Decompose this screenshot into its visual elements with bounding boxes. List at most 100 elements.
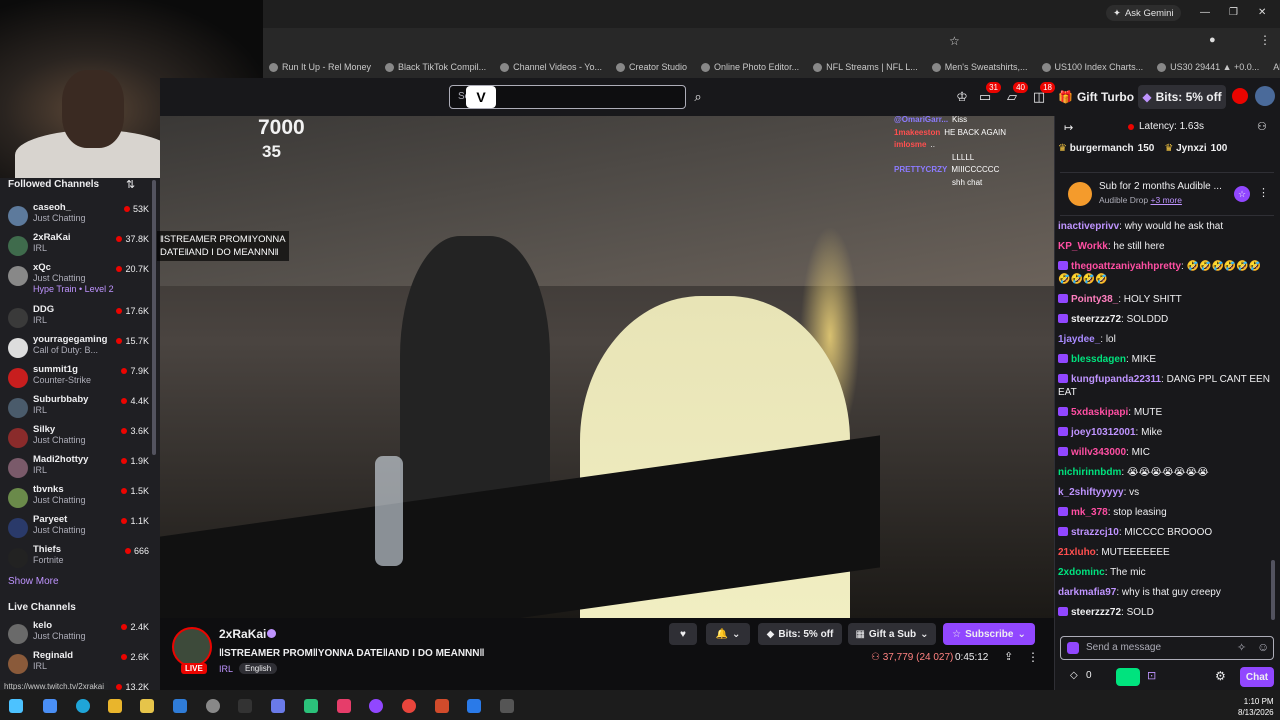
- sidebar-channel-item[interactable]: Suburbbaby IRL 4.4K: [8, 394, 153, 422]
- gift-turbo-button[interactable]: 🎁 Gift Turbo: [1058, 87, 1134, 107]
- bits-button[interactable]: ◆ Bits: 5% off: [758, 623, 842, 645]
- sidebar-channel-item[interactable]: Thiefs Fortnite 666: [8, 544, 153, 572]
- sidebar-channel-item[interactable]: Silky Just Chatting 3.6K: [8, 424, 153, 452]
- chrome-icon[interactable]: [402, 699, 416, 713]
- chat-username[interactable]: steerzzz72: [1071, 314, 1121, 325]
- follow-heart-button[interactable]: ♥: [669, 623, 697, 645]
- bookmark-item[interactable]: Channel Videos - Yo...: [500, 62, 602, 72]
- minimize-icon[interactable]: —: [1200, 7, 1210, 18]
- sidebar-channel-item[interactable]: yourragegaming Call of Duty: B... 15.7K: [8, 334, 153, 362]
- chat-username[interactable]: willv343000: [1071, 447, 1126, 458]
- app-icon[interactable]: [467, 699, 481, 713]
- chat-username[interactable]: kungfupanda22311: [1071, 374, 1161, 385]
- chat-username[interactable]: steerzzz72: [1071, 607, 1121, 618]
- stream-tag[interactable]: English: [239, 663, 278, 674]
- bits-cheer-icon[interactable]: ✧: [1237, 641, 1246, 654]
- chat-username[interactable]: blessdagen: [1071, 354, 1126, 365]
- sidebar-scrollbar[interactable]: [152, 180, 156, 455]
- windows-start-icon[interactable]: [9, 699, 23, 713]
- edge-icon[interactable]: [76, 699, 90, 713]
- gift-sub-button[interactable]: ▦ Gift a Sub ⌄: [848, 623, 936, 645]
- chat-username[interactable]: KP_Workk: [1058, 241, 1108, 252]
- search-icon[interactable]: ⌕: [686, 85, 710, 109]
- user-avatar[interactable]: [1255, 86, 1275, 106]
- bookmark-item[interactable]: Men's Sweatshirts,...: [931, 62, 1028, 72]
- bookmark-item[interactable]: US30 29441 ▲ +0.0...: [1157, 62, 1259, 72]
- community-icon[interactable]: ⚇: [1257, 120, 1267, 133]
- app-icon[interactable]: [43, 699, 57, 713]
- discord-icon[interactable]: [271, 699, 285, 713]
- stream-category[interactable]: IRL: [219, 664, 233, 674]
- chat-username[interactable]: thegoattzaniyahhpretty: [1071, 261, 1181, 272]
- settings-gear-icon[interactable]: ⚙: [1215, 669, 1226, 683]
- address-bar[interactable]: ☆ ● ⋮: [263, 28, 1280, 56]
- collapse-chat-icon[interactable]: ↦: [1064, 121, 1073, 134]
- tiktok-icon[interactable]: [337, 699, 351, 713]
- share-icon[interactable]: ⇪: [1004, 650, 1013, 663]
- system-clock[interactable]: 1:10 PM 8/13/2026: [1238, 696, 1274, 718]
- show-more-link[interactable]: Show More: [8, 576, 59, 587]
- channel-avatar[interactable]: [172, 627, 212, 667]
- chat-username[interactable]: 21xluho: [1058, 547, 1096, 558]
- app-icon[interactable]: [140, 699, 154, 713]
- whispers-icon[interactable]: ▱ 40: [1002, 82, 1028, 106]
- channel-name[interactable]: 2xRaKai: [219, 627, 266, 641]
- crown-icon[interactable]: ♔: [952, 88, 972, 106]
- bits-offer-button[interactable]: ◆ Bits: 5% off: [1138, 85, 1226, 109]
- sidebar-channel-item[interactable]: kelo Just Chatting 2.4K: [8, 620, 153, 648]
- app-icon[interactable]: [435, 699, 449, 713]
- chat-username[interactable]: nichirinnbdm: [1058, 467, 1121, 478]
- file-explorer-icon[interactable]: [108, 699, 122, 713]
- chat-username[interactable]: 2xdominc: [1058, 567, 1105, 578]
- bookmark-item[interactable]: Creator Studio: [615, 62, 687, 72]
- emote-icon[interactable]: ☺: [1257, 640, 1269, 654]
- sidebar-channel-item[interactable]: DDG IRL 17.6K: [8, 304, 153, 332]
- bookmark-item[interactable]: US100 Index Charts...: [1041, 62, 1143, 72]
- bookmark-item[interactable]: NFL Streams | NFL L...: [813, 62, 918, 72]
- sort-icon[interactable]: ⇅: [126, 178, 135, 191]
- app-icon[interactable]: [206, 699, 220, 713]
- chat-username[interactable]: 5xdaskipapi: [1071, 407, 1128, 418]
- star-icon[interactable]: ☆: [949, 34, 960, 48]
- more-options-icon[interactable]: ⋮: [1027, 650, 1039, 664]
- notifications-icon[interactable]: ◫ 18: [1029, 82, 1055, 106]
- lock-icon[interactable]: ⊡: [1147, 669, 1156, 682]
- chat-username[interactable]: Pointy38_: [1071, 294, 1118, 305]
- sidebar-channel-item[interactable]: Paryeet Just Chatting 1.1K: [8, 514, 153, 542]
- inbox-icon[interactable]: ▭ 31: [975, 82, 1001, 106]
- menu-icon[interactable]: ⋮: [1259, 33, 1271, 47]
- chat-username[interactable]: strazzcj10: [1071, 527, 1119, 538]
- chat-username[interactable]: 1jaydee_: [1058, 334, 1100, 345]
- profile-icon[interactable]: ●: [1209, 34, 1216, 46]
- chat-scrollbar[interactable]: [1271, 560, 1275, 620]
- sidebar-channel-item[interactable]: tbvnks Just Chatting 1.5K: [8, 484, 153, 512]
- outlook-icon[interactable]: [173, 699, 187, 713]
- notifications-bell-button[interactable]: 🔔 ⌄: [706, 623, 750, 645]
- bookmark-item[interactable]: Run It Up - Rel Money: [269, 62, 371, 72]
- chat-username[interactable]: k_2shiftyyyyy: [1058, 487, 1124, 498]
- app-icon[interactable]: [369, 699, 383, 713]
- close-icon[interactable]: ✕: [1258, 7, 1266, 18]
- gift-leader-item[interactable]: ♛ burgermanch 150: [1058, 143, 1154, 154]
- chat-username[interactable]: mk_378: [1071, 507, 1108, 518]
- prime-icon[interactable]: [1232, 88, 1248, 104]
- star-icon[interactable]: ☆: [1234, 186, 1250, 202]
- sidebar-channel-item[interactable]: xQc Just Chatting 20.7K Hype Train • Level …: [8, 262, 153, 294]
- ask-gemini-button[interactable]: ✦ Ask Gemini: [1106, 5, 1181, 21]
- restore-icon[interactable]: ❐: [1229, 7, 1238, 18]
- audible-drop-banner[interactable]: Sub for 2 months Audible ... Audible Dro…: [1060, 172, 1274, 216]
- app-icon[interactable]: [304, 699, 318, 713]
- chat-input[interactable]: Send a message ✧ ☺: [1060, 636, 1274, 660]
- epic-games-icon[interactable]: [238, 699, 252, 713]
- more-options-icon[interactable]: ⋮: [1258, 186, 1269, 199]
- sidebar-channel-item[interactable]: caseoh_ Just Chatting 53K: [8, 202, 153, 230]
- all-bookmarks-button[interactable]: All Bookmarks: [1273, 62, 1280, 72]
- subscribe-button[interactable]: ☆ Subscribe ⌄: [943, 623, 1035, 645]
- chat-username[interactable]: darkmafia97: [1058, 587, 1116, 598]
- channel-points[interactable]: ◇ 0: [1070, 670, 1092, 681]
- app-icon[interactable]: [500, 699, 514, 713]
- sidebar-channel-item[interactable]: 2xRaKai IRL 37.8K: [8, 232, 153, 260]
- sidebar-channel-item[interactable]: Madi2hottyy IRL 1.9K: [8, 454, 153, 482]
- sidebar-channel-item[interactable]: Reginald IRL 2.6K: [8, 650, 153, 678]
- chat-username[interactable]: inactiveprivv: [1058, 221, 1119, 232]
